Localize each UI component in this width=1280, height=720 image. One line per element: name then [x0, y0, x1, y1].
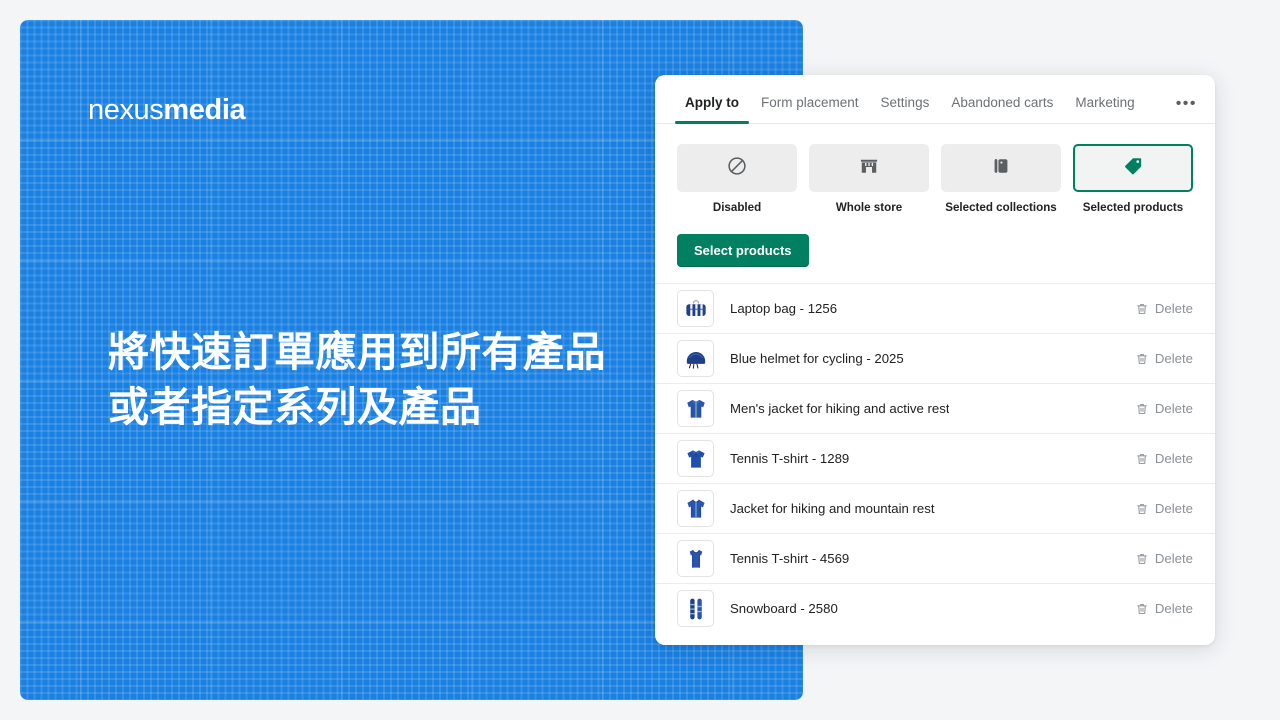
- trash-icon: [1135, 452, 1149, 466]
- trash-icon: [1135, 552, 1149, 566]
- option-selected-products-tile: [1073, 144, 1193, 192]
- table-row[interactable]: Men's jacket for hiking and active rest …: [655, 383, 1215, 433]
- select-products-button[interactable]: Select products: [677, 234, 809, 267]
- option-selected-collections-tile: [941, 144, 1061, 192]
- no-entry-icon: [726, 155, 748, 182]
- table-row[interactable]: Tennis T-shirt - 1289 Delete: [655, 433, 1215, 483]
- collection-icon: [990, 155, 1012, 182]
- option-disabled[interactable]: Disabled: [677, 144, 797, 214]
- tab-form-placement[interactable]: Form placement: [750, 95, 870, 123]
- product-title: Snowboard - 2580: [730, 601, 838, 616]
- brand-logo-light: nexus: [88, 94, 164, 126]
- hero-headline-line-1: 將快速訂單應用到所有產品: [108, 329, 606, 375]
- tab-settings[interactable]: Settings: [870, 95, 941, 123]
- hero-headline: 將快速訂單應用到所有產品 或者指定系列及產品: [108, 325, 748, 434]
- trash-icon: [1135, 602, 1149, 616]
- tab-marketing-label: Marketing: [1075, 95, 1135, 110]
- option-selected-collections-label: Selected collections: [945, 201, 1057, 214]
- delete-button[interactable]: Delete: [1135, 351, 1193, 366]
- trash-icon: [1135, 502, 1149, 516]
- table-row[interactable]: Jacket for hiking and mountain rest Dele…: [655, 483, 1215, 533]
- tab-abandoned-carts-label: Abandoned carts: [951, 95, 1054, 110]
- trash-icon: [1135, 302, 1149, 316]
- tab-form-placement-label: Form placement: [761, 95, 859, 110]
- tab-bar: Apply to Form placement Settings Abandon…: [655, 75, 1215, 124]
- hooded-jacket-thumb: [677, 490, 714, 527]
- table-row[interactable]: Tennis T-shirt - 4569 Delete: [655, 533, 1215, 583]
- snowboard-thumb: [677, 590, 714, 627]
- tab-marketing[interactable]: Marketing: [1064, 95, 1145, 123]
- delete-label: Delete: [1154, 301, 1193, 316]
- tab-apply-to[interactable]: Apply to: [674, 95, 750, 124]
- option-whole-store-tile: [809, 144, 929, 192]
- storefront-icon: [858, 155, 880, 182]
- product-title: Tennis T-shirt - 4569: [730, 551, 850, 566]
- delete-button[interactable]: Delete: [1135, 301, 1193, 316]
- hero-headline-line-2: 或者指定系列及產品: [108, 383, 482, 430]
- table-row[interactable]: Blue helmet for cycling - 2025 Delete: [655, 333, 1215, 383]
- option-selected-products[interactable]: Selected products: [1073, 144, 1193, 214]
- selected-products-list: Laptop bag - 1256 Delete Blue helmet for…: [655, 283, 1215, 633]
- delete-label: Delete: [1154, 451, 1193, 466]
- delete-label: Delete: [1154, 601, 1193, 616]
- tab-settings-label: Settings: [880, 95, 930, 110]
- delete-button[interactable]: Delete: [1135, 501, 1193, 516]
- option-disabled-tile: [677, 144, 797, 192]
- trash-icon: [1135, 402, 1149, 416]
- polo-shirt-thumb: [677, 440, 714, 477]
- laptop-bag-thumb: [677, 290, 714, 327]
- tank-top-thumb: [677, 540, 714, 577]
- product-title: Men's jacket for hiking and active rest: [730, 401, 950, 416]
- brand-logo-bold: media: [163, 94, 246, 126]
- product-title: Tennis T-shirt - 1289: [730, 451, 850, 466]
- table-row[interactable]: Laptop bag - 1256 Delete: [655, 283, 1215, 333]
- product-title: Blue helmet for cycling - 2025: [730, 351, 904, 366]
- delete-label: Delete: [1154, 551, 1193, 566]
- option-disabled-label: Disabled: [712, 201, 762, 214]
- more-options-icon[interactable]: •••: [1166, 96, 1211, 123]
- trash-icon: [1135, 352, 1149, 366]
- delete-label: Delete: [1154, 501, 1193, 516]
- table-row[interactable]: Snowboard - 2580 Delete: [655, 583, 1215, 633]
- delete-label: Delete: [1154, 351, 1193, 366]
- tab-abandoned-carts[interactable]: Abandoned carts: [940, 95, 1064, 123]
- delete-label: Delete: [1154, 401, 1193, 416]
- mens-jacket-thumb: [677, 390, 714, 427]
- price-tag-icon: [1122, 155, 1144, 182]
- apply-to-option-group: Disabled Whole store Selected collection…: [655, 124, 1215, 214]
- product-title: Jacket for hiking and mountain rest: [730, 501, 935, 516]
- app-settings-card: Apply to Form placement Settings Abandon…: [655, 75, 1215, 645]
- option-whole-store-label: Whole store: [835, 201, 903, 214]
- helmet-thumb: [677, 340, 714, 377]
- option-whole-store[interactable]: Whole store: [809, 144, 929, 214]
- option-selected-products-label: Selected products: [1082, 201, 1184, 214]
- tab-apply-to-label: Apply to: [685, 95, 739, 110]
- delete-button[interactable]: Delete: [1135, 401, 1193, 416]
- brand-logo: nexusmedia: [88, 94, 246, 126]
- delete-button[interactable]: Delete: [1135, 551, 1193, 566]
- option-selected-collections[interactable]: Selected collections: [941, 144, 1061, 214]
- product-title: Laptop bag - 1256: [730, 301, 838, 316]
- delete-button[interactable]: Delete: [1135, 451, 1193, 466]
- delete-button[interactable]: Delete: [1135, 601, 1193, 616]
